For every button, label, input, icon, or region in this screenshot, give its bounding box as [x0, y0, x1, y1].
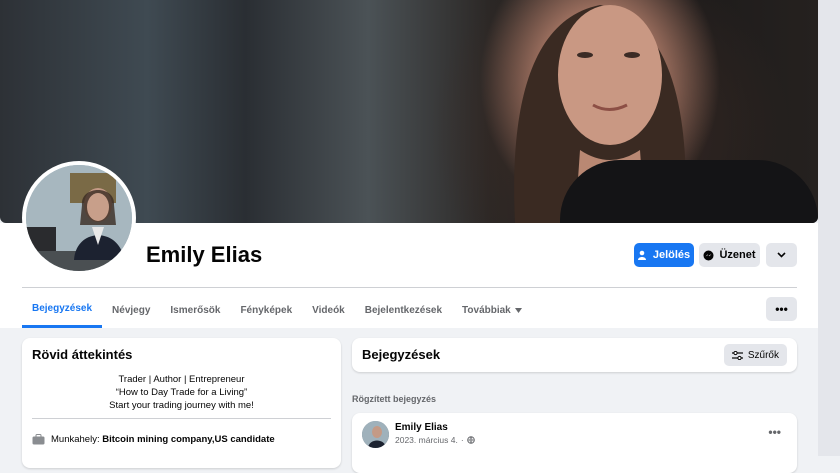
intro-title: Rövid áttekintés — [32, 347, 133, 362]
tabs-more-button[interactable]: ••• — [766, 297, 797, 321]
work-prefix: Munkahely: — [51, 434, 103, 445]
chevron-down-icon — [777, 252, 786, 258]
tab-photos[interactable]: Fényképek — [230, 292, 302, 328]
post-date[interactable]: 2023. március 4. — [395, 435, 458, 445]
avatar-image — [26, 165, 132, 271]
post-options-button[interactable]: ••• — [768, 425, 781, 439]
bio-line: Start your trading journey with me! — [109, 400, 254, 411]
tab-about[interactable]: Névjegy — [102, 292, 160, 328]
post-avatar-image — [362, 421, 389, 448]
briefcase-icon — [32, 434, 45, 445]
intro-divider — [32, 418, 331, 419]
intro-bio: Trader | Author | Entrepreneur “How to D… — [22, 373, 341, 412]
meta-separator: · — [460, 435, 464, 445]
tab-more[interactable]: Továbbiak — [452, 292, 532, 328]
tab-posts[interactable]: Bejegyzések — [22, 292, 103, 328]
tab-more-label: Továbbiak — [462, 304, 511, 316]
profile-tabs: Bejegyzések Névjegy Ismerősök Fényképek … — [22, 292, 532, 328]
profile-name: Emily Elias — [146, 242, 263, 267]
filters-button[interactable]: Szűrők — [723, 344, 787, 366]
page-edge — [818, 0, 840, 456]
messenger-icon — [703, 250, 714, 260]
bio-line: “How to Day Trade for a Living” — [115, 387, 248, 398]
filter-sliders-icon — [731, 350, 743, 360]
post-meta: 2023. március 4. · — [395, 435, 475, 445]
pinned-post: Emily Elias 2023. március 4. · ••• — [352, 413, 797, 473]
work-info: Munkahely: Bitcoin mining company,US can… — [32, 434, 275, 445]
work-value[interactable]: Bitcoin mining company,US candidate — [102, 434, 274, 445]
bio-line: Trader | Author | Entrepreneur — [118, 374, 245, 385]
post-author-avatar[interactable] — [362, 421, 389, 448]
add-friend-button[interactable]: Jelölés — [634, 243, 694, 267]
message-button[interactable]: Üzenet — [699, 243, 760, 267]
tab-checkins[interactable]: Bejelentkezések — [355, 292, 452, 328]
tab-videos[interactable]: Videók — [302, 292, 355, 328]
posts-title: Bejegyzések — [362, 347, 441, 362]
profile-avatar[interactable] — [22, 161, 136, 275]
more-horizontal-icon: ••• — [768, 425, 781, 439]
intro-card: Rövid áttekintés Trader | Author | Entre… — [22, 338, 341, 468]
caret-down-icon — [514, 307, 522, 313]
posts-header-card: Bejegyzések Szűrők — [352, 338, 797, 372]
header-divider — [22, 287, 797, 288]
post-author-name[interactable]: Emily Elias — [395, 422, 448, 433]
cover-shirt — [560, 160, 818, 223]
filters-label: Szűrők — [747, 349, 779, 361]
message-label: Üzenet — [719, 249, 756, 261]
add-friend-label: Jelölés — [652, 249, 691, 261]
person-add-icon — [637, 250, 646, 260]
more-actions-button[interactable] — [766, 243, 797, 267]
globe-icon — [466, 436, 475, 444]
more-horizontal-icon: ••• — [775, 302, 788, 316]
pinned-post-label: Rögzített bejegyzés — [352, 394, 437, 404]
tab-friends[interactable]: Ismerősök — [160, 292, 230, 328]
